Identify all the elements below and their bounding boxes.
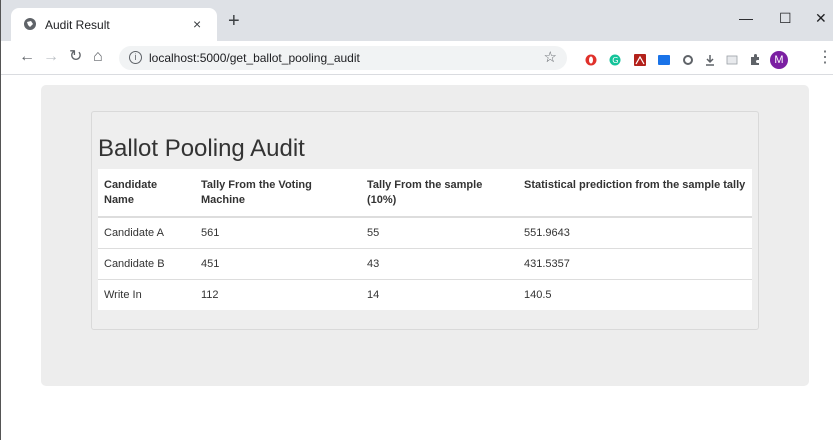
- pdf-extension-icon[interactable]: [634, 54, 646, 66]
- content-container: Ballot Pooling Audit Candidate Name Tall…: [41, 85, 809, 386]
- profile-avatar[interactable]: M: [770, 51, 788, 69]
- info-icon[interactable]: i: [129, 51, 142, 64]
- close-window-button[interactable]: ✕: [815, 8, 827, 28]
- table-cell: 14: [361, 279, 518, 310]
- address-bar[interactable]: i localhost:5000/get_ballot_pooling_audi…: [119, 46, 567, 70]
- column-header: Statistical prediction from the sample t…: [518, 169, 752, 218]
- back-arrow-icon[interactable]: ←: [19, 48, 35, 66]
- column-header: Tally From the sample (10%): [361, 169, 518, 218]
- tab-close-button[interactable]: ×: [193, 14, 201, 34]
- table-cell: Candidate B: [98, 248, 195, 280]
- table-header-row: Candidate Name Tally From the Voting Mac…: [98, 169, 752, 218]
- table-cell: Write In: [98, 279, 195, 310]
- column-header: Tally From the Voting Machine: [195, 169, 361, 218]
- audit-table: Candidate Name Tally From the Voting Mac…: [98, 169, 752, 310]
- minimize-button[interactable]: —: [739, 8, 753, 28]
- download-extension-icon[interactable]: [704, 54, 716, 66]
- page-content: Ballot Pooling Audit Candidate Name Tall…: [1, 76, 833, 440]
- browser-window: Audit Result × + — ☐ ✕ ← → ↻ ⌂ i localho…: [0, 0, 833, 440]
- reload-icon[interactable]: ↻: [69, 48, 82, 66]
- blue-extension-icon[interactable]: [658, 54, 670, 66]
- table-row: Candidate A 561 55 551.9643: [98, 217, 752, 249]
- table-row: Candidate B 451 43 431.5357: [98, 248, 752, 280]
- audit-panel: Ballot Pooling Audit Candidate Name Tall…: [91, 111, 759, 330]
- url-text: localhost:5000/get_ballot_pooling_audit: [149, 51, 360, 65]
- opera-extension-icon[interactable]: [585, 54, 597, 66]
- globe-icon: [24, 18, 36, 30]
- table-cell: 431.5357: [518, 248, 752, 280]
- grammarly-extension-icon[interactable]: G: [609, 54, 621, 66]
- document-extension-icon[interactable]: [726, 54, 738, 66]
- svg-text:G: G: [612, 56, 618, 65]
- table-cell: 112: [195, 279, 361, 310]
- forward-arrow-icon[interactable]: →: [43, 48, 59, 66]
- circle-extension-icon[interactable]: [682, 54, 694, 66]
- page-title: Ballot Pooling Audit: [98, 135, 305, 162]
- new-tab-button[interactable]: +: [228, 11, 240, 31]
- table-cell: 140.5: [518, 279, 752, 310]
- menu-kebab-icon[interactable]: ⋮: [817, 49, 833, 67]
- puzzle-extensions-icon[interactable]: [749, 54, 761, 66]
- table-cell: Candidate A: [104, 227, 164, 239]
- tab-title: Audit Result: [45, 18, 110, 32]
- browser-toolbar: ← → ↻ ⌂ i localhost:5000/get_ballot_pool…: [1, 41, 833, 75]
- column-header: Candidate Name: [98, 169, 195, 218]
- table-cell: 561: [201, 227, 220, 239]
- table-cell: 55: [367, 227, 380, 239]
- table-cell: 551.9643: [524, 227, 570, 239]
- maximize-button[interactable]: ☐: [779, 8, 792, 28]
- table-row: Write In 112 14 140.5: [98, 279, 752, 310]
- tab-strip: Audit Result × + — ☐ ✕: [1, 0, 833, 41]
- home-icon[interactable]: ⌂: [93, 48, 103, 66]
- table-cell: 451: [195, 248, 361, 280]
- bookmark-star-icon[interactable]: ☆: [544, 48, 557, 66]
- browser-tab[interactable]: Audit Result ×: [11, 8, 217, 41]
- table-cell: 43: [361, 248, 518, 280]
